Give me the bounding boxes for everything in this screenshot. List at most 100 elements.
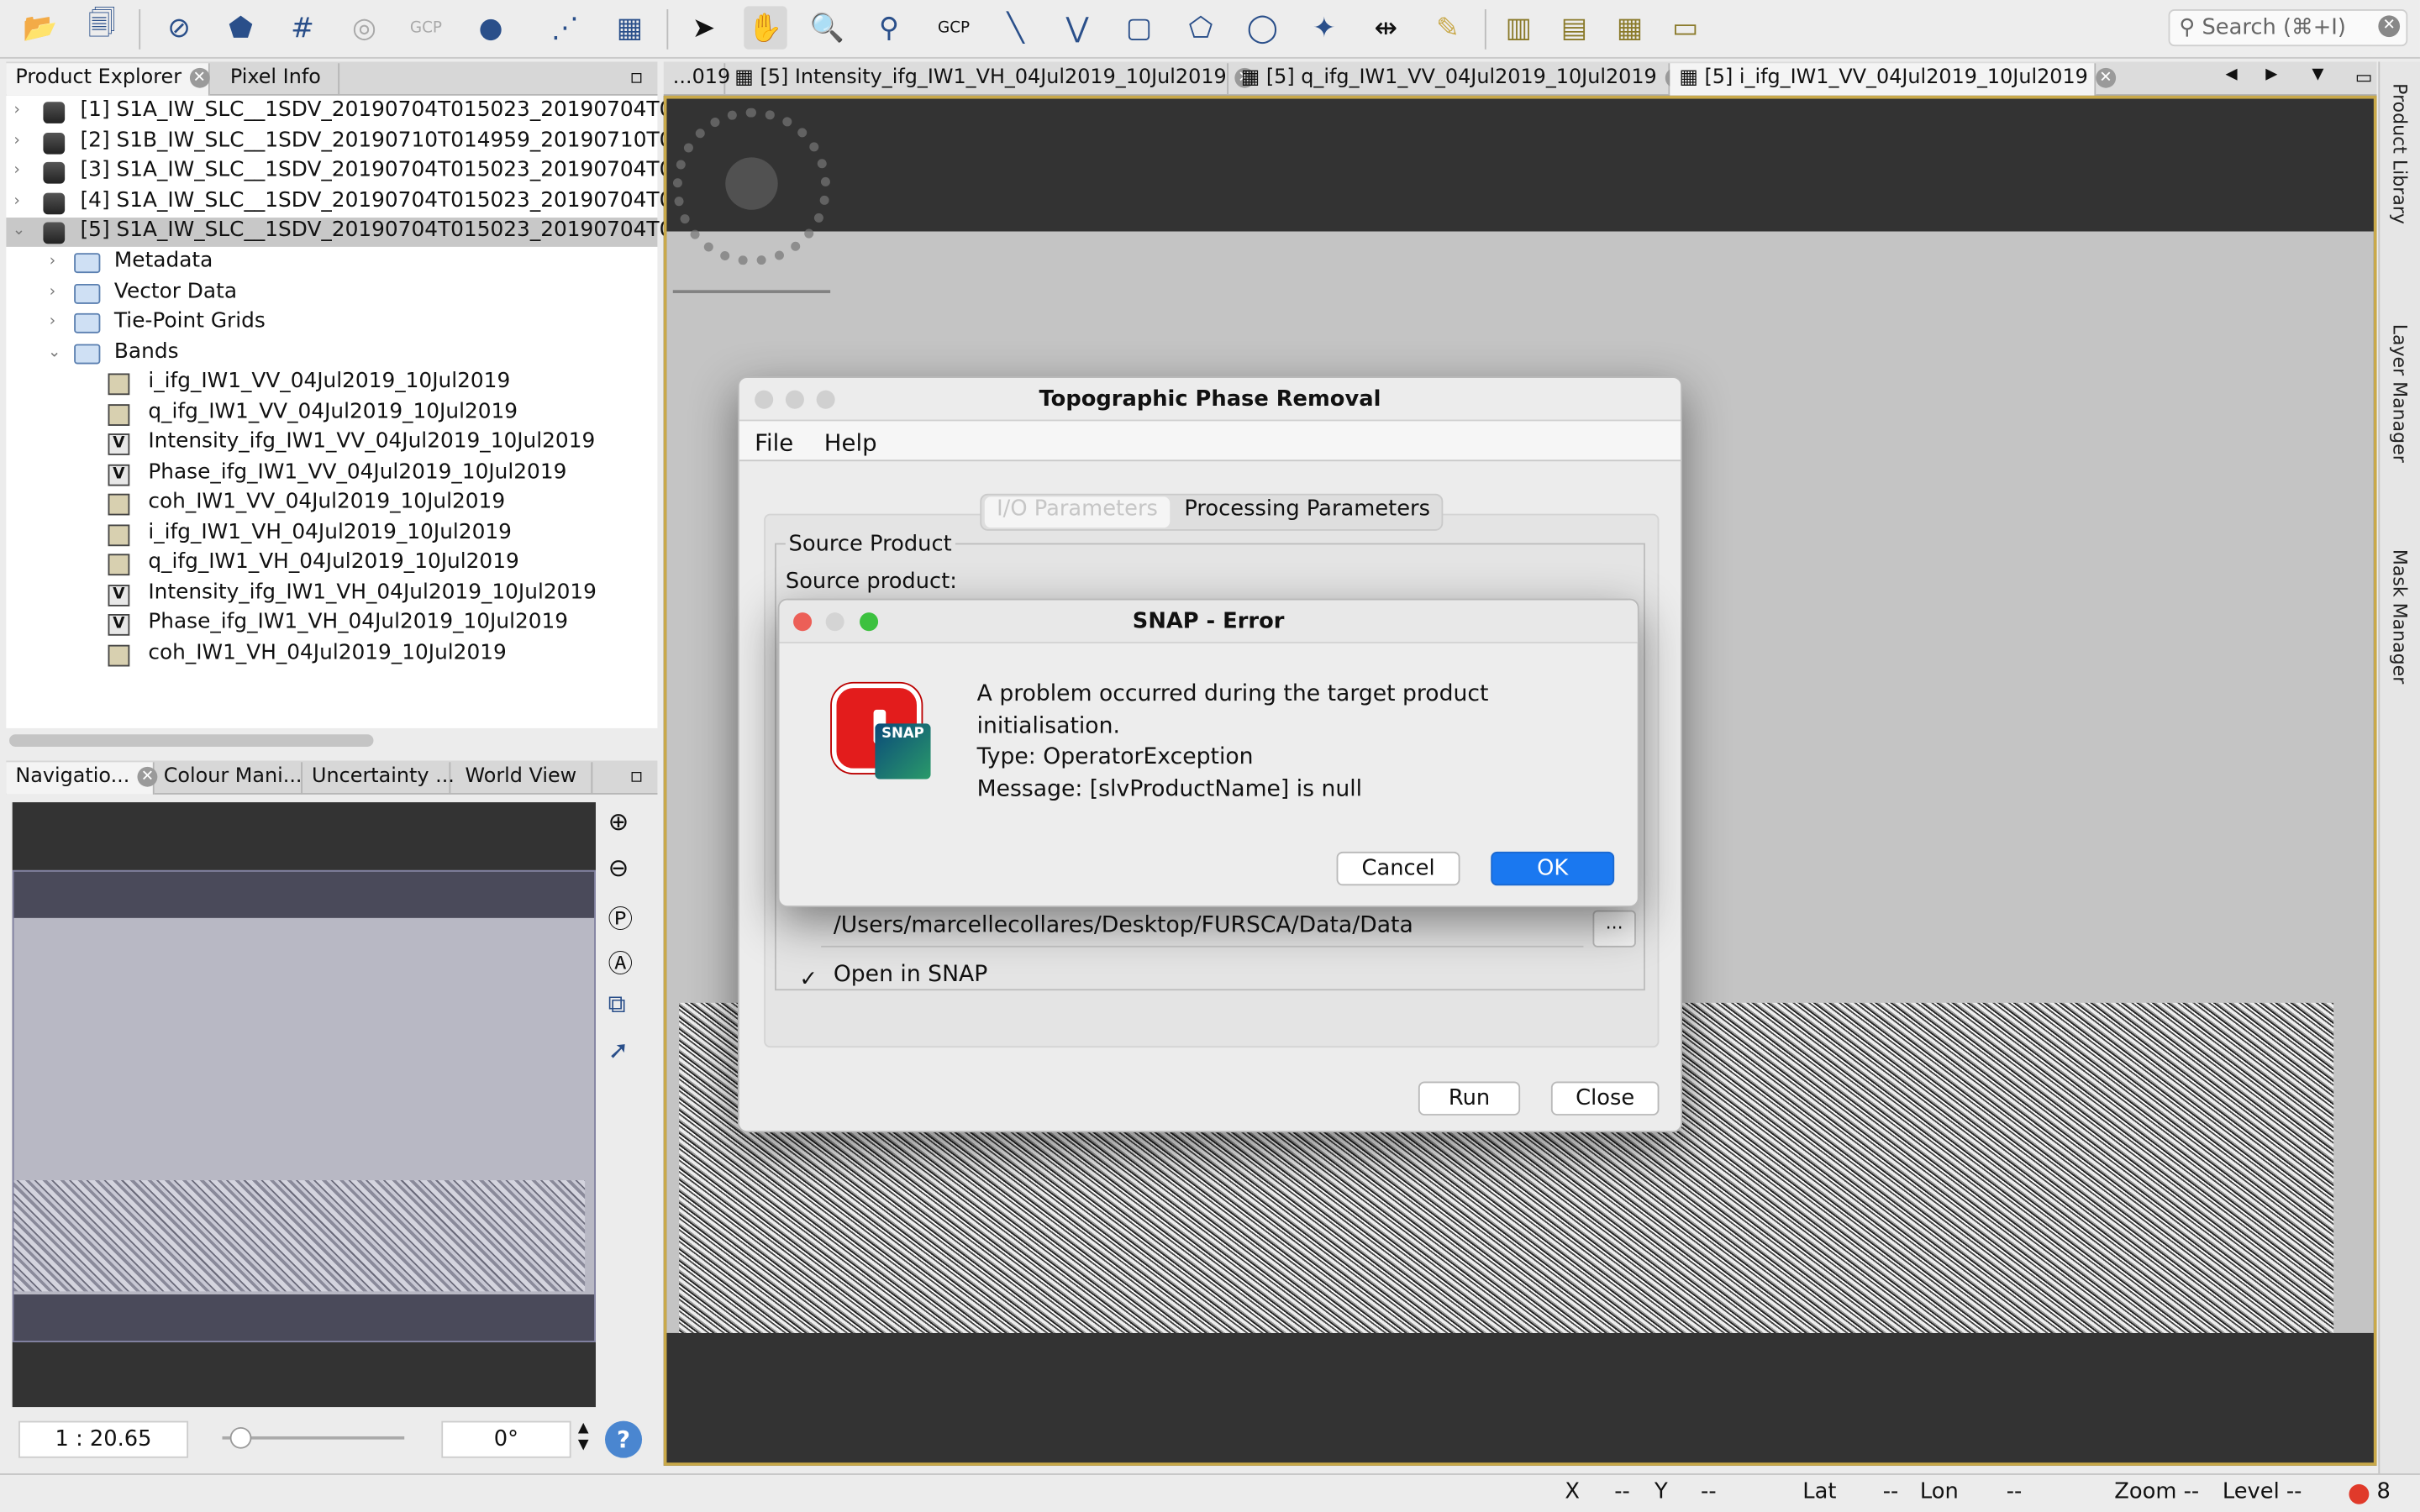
close-button[interactable]: Close <box>1550 1081 1660 1116</box>
cancel-button[interactable]: Cancel <box>1336 851 1460 886</box>
rotation-field[interactable]: 0° <box>441 1420 571 1458</box>
zoom-slider-thumb[interactable] <box>229 1426 252 1449</box>
graticule-icon[interactable]: # <box>281 6 324 49</box>
folder-bands[interactable]: ⌄ Bands <box>6 339 657 369</box>
tile-grid-icon[interactable]: ▦ <box>1608 6 1651 49</box>
polygon-tool-icon[interactable]: ⬠ <box>1179 6 1222 49</box>
pin-placing-tool-icon[interactable]: ⚲ <box>867 6 910 49</box>
gcp-manager-icon[interactable]: GCP <box>404 6 447 49</box>
error-line-2: Type: OperatorException <box>976 745 1254 770</box>
close-tab-icon[interactable]: ✕ <box>189 67 210 88</box>
range-finder-icon[interactable]: ⇹ <box>1365 6 1407 49</box>
sync-views-icon[interactable]: ⧉ <box>608 989 645 1026</box>
zoom-all-icon[interactable]: Ⓐ <box>608 942 645 979</box>
zoom-tool-icon[interactable]: 🔍 <box>806 6 849 49</box>
pan-tool-icon[interactable]: ✋ <box>744 6 787 50</box>
product-node-selected[interactable]: ⌄ [5] S1A_IW_SLC__1SDV_20190704T015023_20… <box>6 217 672 247</box>
band-item[interactable]: V Intensity_ifg_IW1_VH_04Jul2019_10Jul201… <box>6 580 657 610</box>
tab-colour-manipulation[interactable]: Colour Mani... <box>155 762 302 795</box>
magic-wand-icon[interactable]: ✦ <box>1302 6 1345 49</box>
measure-tool-icon[interactable]: ✎ <box>1426 6 1469 49</box>
product-node[interactable]: › [1] S1A_IW_SLC__1SDV_20190704T015023_20… <box>6 97 672 127</box>
open-product-icon[interactable]: 📂 <box>18 6 61 49</box>
tab-doc-intensity-vh[interactable]: ▦ [5] Intensity_ifg_IW1_VH_04Jul2019_10J… <box>725 63 1255 96</box>
tab-navigation[interactable]: Navigatio... ✕ <box>6 762 158 795</box>
polyline-tool-icon[interactable]: ⋁ <box>1055 6 1098 49</box>
batch-processing-icon[interactable]: ▦ <box>608 6 651 49</box>
close-tab-icon[interactable]: ✕ <box>2096 67 2116 88</box>
tab-doc-q-vv[interactable]: ▦ [5] q_ifg_IW1_VV_04Jul2019_10Jul2019✕ <box>1232 63 1685 96</box>
pin-manager-icon[interactable]: ◎ <box>343 6 386 49</box>
clear-search-icon[interactable]: ✕ <box>2378 15 2401 38</box>
band-item[interactable]: i_ifg_IW1_VH_04Jul2019_10Jul2019 <box>6 520 657 549</box>
tab-uncertainty[interactable]: Uncertainty ... <box>302 762 455 795</box>
export-icon[interactable]: ⬟ <box>219 6 262 49</box>
folder-vector-data[interactable]: › Vector Data <box>6 279 657 308</box>
save-product-icon[interactable]: 🗐 <box>81 6 124 49</box>
band-item[interactable]: q_ifg_IW1_VH_04Jul2019_10Jul2019 <box>6 549 657 579</box>
world-map-icon[interactable]: ● <box>469 6 512 49</box>
scale-field[interactable]: 1 : 20.65 <box>18 1420 189 1458</box>
minimize-panel-icon[interactable]: ▫ <box>620 63 654 96</box>
error-count[interactable]: 8 <box>2377 1479 2391 1504</box>
directory-field[interactable]: /Users/marcellecollares/Desktop/FURSCA/D… <box>821 911 1584 948</box>
band-item[interactable]: V Intensity_ifg_IW1_VV_04Jul2019_10Jul201… <box>6 429 657 459</box>
menu-file[interactable]: File <box>755 429 793 457</box>
tab-io-parameters[interactable]: I/O Parameters <box>984 496 1171 528</box>
layer-manager-tab[interactable]: Layer Manager <box>2389 324 2411 463</box>
band-item[interactable]: coh_IW1_VV_04Jul2019_10Jul2019 <box>6 489 657 518</box>
zoom-slider[interactable] <box>672 290 831 293</box>
band-item[interactable]: V Phase_ifg_IW1_VV_04Jul2019_10Jul2019 <box>6 459 657 489</box>
band-item[interactable]: i_ifg_IW1_VV_04Jul2019_10Jul2019 <box>6 369 657 398</box>
viewport-rectangle[interactable] <box>12 869 596 1342</box>
tab-world-view[interactable]: World View <box>450 762 593 795</box>
minimize-panel-icon[interactable]: ▫ <box>620 762 654 795</box>
rectangle-tool-icon[interactable]: ▢ <box>1118 6 1160 49</box>
help-icon[interactable]: ? <box>604 1420 643 1458</box>
select-tool-icon[interactable]: ➤ <box>682 6 725 49</box>
product-node[interactable]: › [4] S1A_IW_SLC__1SDV_20190704T015023_20… <box>6 188 672 218</box>
maximize-icon[interactable]: ▭ <box>2346 63 2377 96</box>
product-node[interactable]: › [3] S1A_IW_SLC__1SDV_20190704T015023_20… <box>6 157 672 186</box>
horizontal-scrollbar[interactable] <box>9 734 374 747</box>
scroll-tabs-left-icon[interactable]: ◀ <box>2217 63 2257 96</box>
menu-help[interactable]: Help <box>824 429 877 457</box>
band-item[interactable]: q_ifg_IW1_VV_04Jul2019_10Jul2019 <box>6 400 657 429</box>
browse-directory-button[interactable]: ... <box>1592 910 1636 948</box>
search-input[interactable]: ⚲ Search (⌘+I) ✕ <box>2168 9 2408 47</box>
band-item[interactable]: V Phase_ifg_IW1_VH_04Jul2019_10Jul2019 <box>6 609 657 638</box>
tab-processing-parameters[interactable]: Processing Parameters <box>1173 496 1442 528</box>
ok-button[interactable]: OK <box>1491 851 1615 886</box>
product-icon <box>43 102 66 123</box>
tab-doc-i-vv[interactable]: ▦ [5] i_ifg_IW1_VV_04Jul2019_10Jul2019 ✕ <box>1670 63 2116 96</box>
tab-pixel-info[interactable]: Pixel Info <box>213 63 340 96</box>
zoom-out-icon[interactable]: ⊖ <box>608 853 645 890</box>
tile-horizontal-icon[interactable]: ▥ <box>1497 6 1540 49</box>
graph-builder-icon[interactable]: ⋰ <box>544 6 587 49</box>
ellipse-tool-icon[interactable]: ◯ <box>1241 6 1284 49</box>
tab-list-dropdown-icon[interactable]: ▼ <box>2302 63 2343 96</box>
tab-doc-truncated[interactable]: ...019 <box>664 63 730 96</box>
product-node[interactable]: › [2] S1B_IW_SLC__1SDV_20190710T014959_20… <box>6 128 672 157</box>
band-item[interactable]: coh_IW1_VH_04Jul2019_10Jul2019 <box>6 640 657 669</box>
navigation-overview[interactable] <box>12 802 596 1408</box>
rotation-spinner[interactable]: ▲ ▼ <box>574 1421 592 1458</box>
folder-tie-point-grids[interactable]: › Tie-Point Grids <box>6 308 657 338</box>
run-button[interactable]: Run <box>1418 1081 1521 1116</box>
sync-cursor-icon[interactable]: ➚ <box>608 1035 645 1072</box>
error-indicator-icon[interactable] <box>2349 1483 2370 1504</box>
zoom-in-icon[interactable]: ⊕ <box>608 807 645 844</box>
dialog-titlebar: Topographic Phase Removal <box>739 378 1681 422</box>
folder-metadata[interactable]: › Metadata <box>6 249 657 278</box>
tab-product-explorer[interactable]: Product Explorer ✕ <box>6 63 210 96</box>
scroll-tabs-right-icon[interactable]: ▶ <box>2256 63 2296 96</box>
band-maths-icon[interactable]: ⊘ <box>157 6 200 49</box>
tile-floating-icon[interactable]: ▭ <box>1664 6 1707 49</box>
open-in-snap-checkbox[interactable]: ✓ <box>799 969 821 990</box>
mask-manager-tab[interactable]: Mask Manager <box>2389 549 2411 684</box>
tile-vertical-icon[interactable]: ▤ <box>1553 6 1596 49</box>
zoom-pixel-icon[interactable]: Ⓟ <box>608 898 645 935</box>
line-drawing-tool-icon[interactable]: ╲ <box>994 6 1037 49</box>
product-library-tab[interactable]: Product Library <box>2389 83 2411 224</box>
gcp-placing-tool-icon[interactable]: GCP <box>932 6 975 49</box>
